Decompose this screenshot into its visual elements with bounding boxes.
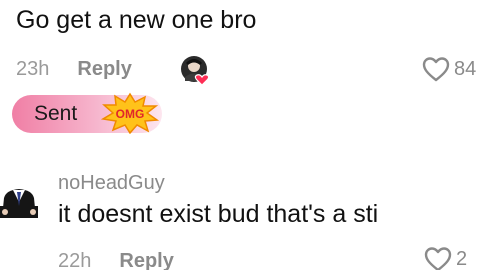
heart-outline-icon <box>424 247 452 270</box>
reply-button[interactable]: Reply <box>119 250 173 270</box>
creator-liked-avatar <box>181 56 210 86</box>
like-button[interactable]: 84 <box>422 56 476 82</box>
comment-time: 22h <box>58 250 92 270</box>
sent-label: Sent <box>34 102 78 125</box>
comment-text: it doesnt exist bud that's a sti <box>58 200 379 228</box>
author-avatar[interactable] <box>0 172 38 218</box>
comment-thread: Go get a new one bro 23h Reply 84 Sent O… <box>0 0 480 270</box>
like-count: 84 <box>454 57 477 80</box>
comment-time: 23h <box>16 58 50 80</box>
comment-meta: 22h Reply <box>58 250 174 270</box>
comment-meta: 23h Reply <box>16 58 132 81</box>
like-button[interactable]: 2 <box>424 246 467 270</box>
omg-sticker: OMG <box>100 92 160 134</box>
comment-text: Go get a new one bro <box>16 6 257 34</box>
heart-outline-icon <box>422 57 450 82</box>
author-name[interactable]: noHeadGuy <box>58 172 165 195</box>
sticker-text: OMG <box>116 107 145 121</box>
reply-button[interactable]: Reply <box>77 58 131 81</box>
heart-badge-icon <box>194 74 210 86</box>
like-count: 2 <box>456 247 468 270</box>
